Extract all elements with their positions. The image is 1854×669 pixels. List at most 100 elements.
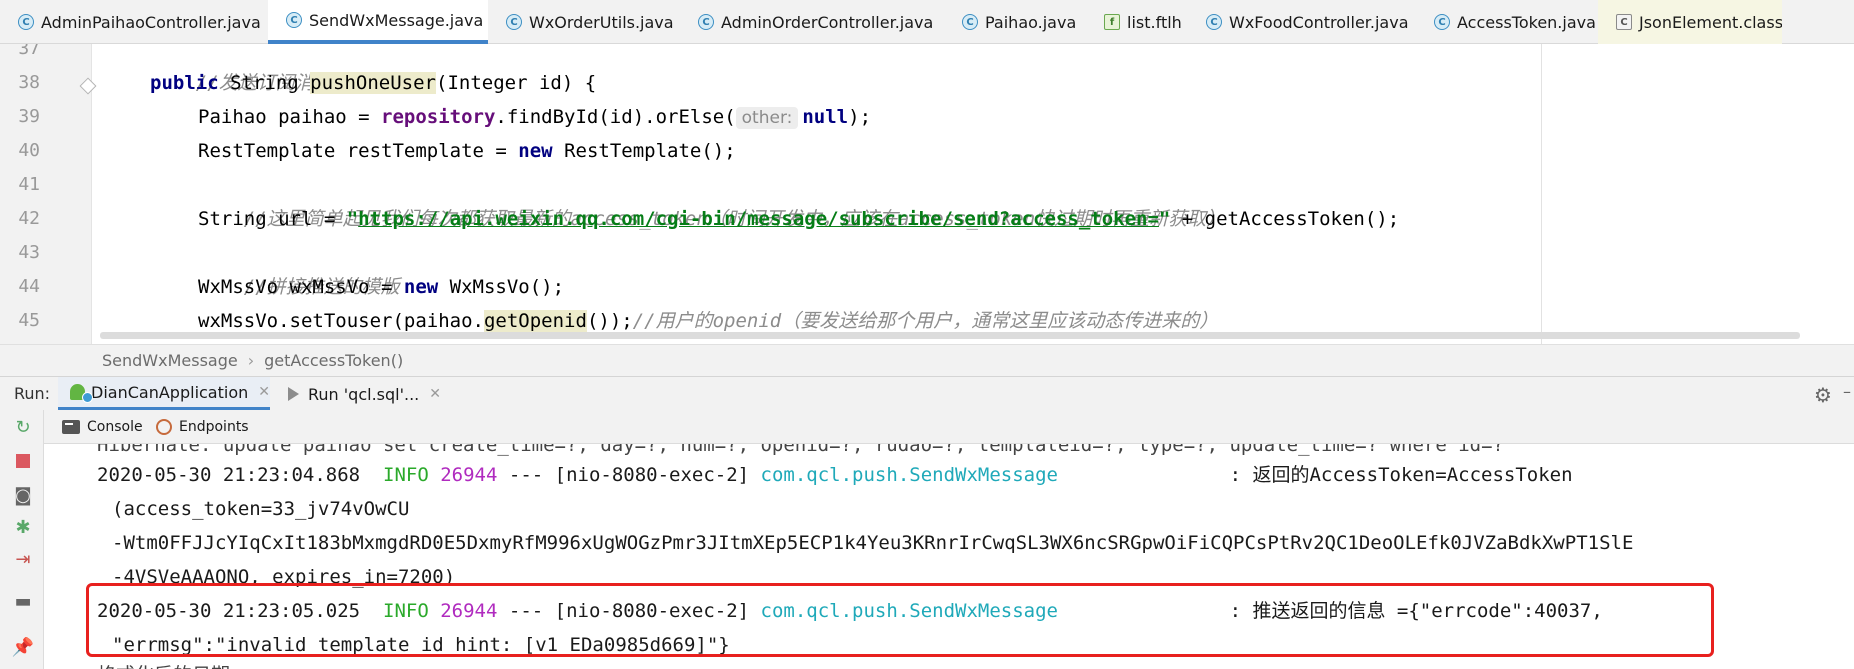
tab-console[interactable]: Console (62, 410, 143, 444)
code-line-37: //发送订阅消息 (150, 44, 333, 94)
code-text: Paihao paihao = (198, 106, 382, 128)
code-text: RestTemplate restTemplate = (198, 140, 519, 162)
java-class-icon: C (286, 12, 302, 28)
code-line-44: WxMssVo wxMssVo = new WxMssVo(); (198, 270, 564, 304)
ftlh-file-icon: f (1104, 14, 1120, 30)
tab-label: Paihao.java (985, 12, 1077, 32)
right-margin-guide (1541, 44, 1542, 344)
tab-label: WxOrderUtils.java (529, 12, 674, 32)
rerun-icon[interactable]: ↻ (12, 416, 34, 438)
code-text: (Integer id) { (436, 72, 597, 94)
endpoints-icon (156, 419, 172, 435)
line-number: 41 (18, 174, 40, 195)
horizontal-scrollbar[interactable] (100, 332, 1800, 339)
run-label: Run: (14, 384, 51, 403)
code-text: wxMssVo.setTouser(paihao. (198, 310, 484, 332)
error-highlight-box (86, 583, 1714, 657)
tab-send-wx-message[interactable]: C SendWxMessage.java ✕ (268, 0, 488, 44)
keyword: null (802, 106, 849, 128)
log-message: : 返回的AccessToken=AccessToken (1229, 464, 1573, 486)
camera-icon[interactable]: ◙ (12, 484, 34, 506)
tab-json-element[interactable]: C JsonElement.class ✕ (1598, 0, 1782, 44)
code-line-41: //这里简单起见我们每次都获取最新的access_token（时间开发中，应该在… (198, 168, 1225, 230)
tab-admin-paihao-controller[interactable]: C AdminPaihaoController.java ✕ (0, 0, 268, 44)
tab-admin-order-controller[interactable]: C AdminOrderController.java ✕ (680, 0, 944, 44)
tab-label: AdminOrderController.java (721, 12, 934, 32)
tab-endpoints-label: Endpoints (179, 419, 249, 435)
log-thread: --- [nio-8080-exec-2] (508, 464, 750, 486)
tab-access-token[interactable]: C AccessToken.java ✕ (1416, 0, 1598, 44)
code-text: RestTemplate(); (552, 140, 736, 162)
editor-tab-bar: C AdminPaihaoController.java ✕ C SendWxM… (0, 0, 1854, 44)
spring-boot-icon (70, 384, 94, 403)
breadcrumb: SendWxMessage › getAccessToken() (0, 344, 1854, 376)
field-reference: repository (381, 106, 496, 128)
debug-bug-icon[interactable]: ✱ (12, 516, 34, 538)
code-text: ); (848, 106, 872, 128)
java-class-icon: C (1206, 14, 1222, 30)
line-number: 37 (18, 44, 40, 59)
line-number: 42 (18, 208, 40, 229)
highlighted-method: getOpenid (483, 310, 587, 332)
tab-list-ftlh[interactable]: f list.ftlh ✕ (1086, 0, 1188, 44)
string-quote: " (346, 208, 359, 230)
tab-wx-order-utils[interactable]: C WxOrderUtils.java ✕ (488, 0, 680, 44)
string-url-link[interactable]: https://api.weixin.qq.com/cgi-bin/messag… (358, 208, 1159, 230)
code-line-43: //拼接推送的模版 (198, 236, 400, 298)
console-continuation: (access_token=33_jv74vOwCU (112, 498, 410, 520)
parameter-hint: other: (735, 107, 799, 129)
line-number: 43 (18, 242, 40, 263)
line-number: 38 (18, 72, 40, 93)
close-icon[interactable]: ✕ (429, 386, 441, 402)
keyword: new (518, 140, 553, 162)
layout-icon[interactable]: ▬ (12, 590, 34, 612)
run-tab-qcl-sql[interactable]: Run 'qcl.sql'... ✕ (276, 377, 446, 411)
tab-endpoints[interactable]: Endpoints (156, 410, 249, 444)
java-class-icon: C (698, 14, 714, 30)
console-continuation: -Wtm0FFJJcYIqCxIt183bMxmgdRD0E5DxmyRfM99… (112, 532, 1634, 554)
code-text: .findById(id).orElse( (495, 106, 736, 128)
tab-label: JsonElement.class (1639, 12, 1782, 32)
code-text: + getAccessToken(); (1170, 208, 1400, 230)
hide-panel-icon[interactable]: – (1843, 382, 1851, 401)
log-level: INFO (383, 464, 429, 486)
run-toolbar: ↻ ◙ ✱ ⇥ ▬ 📌 (0, 410, 44, 669)
breadcrumb-separator: › (247, 351, 255, 370)
tab-label: WxFoodController.java (1229, 12, 1409, 32)
tab-label: AdminPaihaoController.java (41, 12, 261, 32)
java-class-icon: C (506, 14, 522, 30)
breadcrumb-class[interactable]: SendWxMessage (102, 351, 238, 370)
line-number: 44 (18, 276, 40, 297)
tab-wx-food-controller[interactable]: C WxFoodController.java ✕ (1188, 0, 1416, 44)
tab-console-label: Console (87, 419, 143, 435)
console-line-partial: 格式化后的日期 (97, 658, 230, 669)
tab-label: AccessToken.java (1457, 12, 1596, 32)
code-text: WxMssVo(); (438, 276, 565, 298)
tab-paihao[interactable]: C Paihao.java ✕ (944, 0, 1086, 44)
log-timestamp: 2020-05-30 21:23:04.868 (97, 464, 361, 486)
exit-icon[interactable]: ⇥ (12, 548, 34, 570)
line-number-gutter: 37 38 39 40 41 42 43 44 45 (0, 44, 97, 344)
line-number: 39 (18, 106, 40, 127)
code-editor[interactable]: 37 38 39 40 41 42 43 44 45 //发送订阅消息 publ… (0, 44, 1854, 344)
code-text: ()); (586, 310, 633, 332)
run-tab-label: Run 'qcl.sql'... (308, 384, 420, 404)
console-icon (62, 420, 80, 434)
class-file-icon: C (1616, 14, 1632, 30)
run-tab-diancan-application[interactable]: DianCanApplication ✕ (58, 377, 270, 411)
highlighted-method: pushOneUser (310, 72, 436, 94)
fold-marker-icon[interactable] (79, 77, 97, 95)
tab-label: SendWxMessage.java (309, 10, 484, 30)
code-line-38: public String pushOneUser(Integer id) { (150, 66, 596, 100)
run-icon (288, 387, 299, 401)
console-log-entry: 2020-05-30 21:23:04.868 INFO 26944 --- [… (97, 458, 1573, 492)
breadcrumb-method[interactable]: getAccessToken() (264, 351, 403, 370)
gear-icon[interactable]: ⚙ (1814, 383, 1832, 407)
run-tab-label: DianCanApplication (91, 382, 249, 402)
java-class-icon: C (18, 14, 34, 30)
close-icon[interactable]: ✕ (258, 384, 270, 400)
pin-icon[interactable]: 📌 (12, 636, 34, 658)
stop-icon[interactable] (12, 450, 34, 472)
line-number: 40 (18, 140, 40, 161)
java-class-icon: C (1434, 14, 1450, 30)
